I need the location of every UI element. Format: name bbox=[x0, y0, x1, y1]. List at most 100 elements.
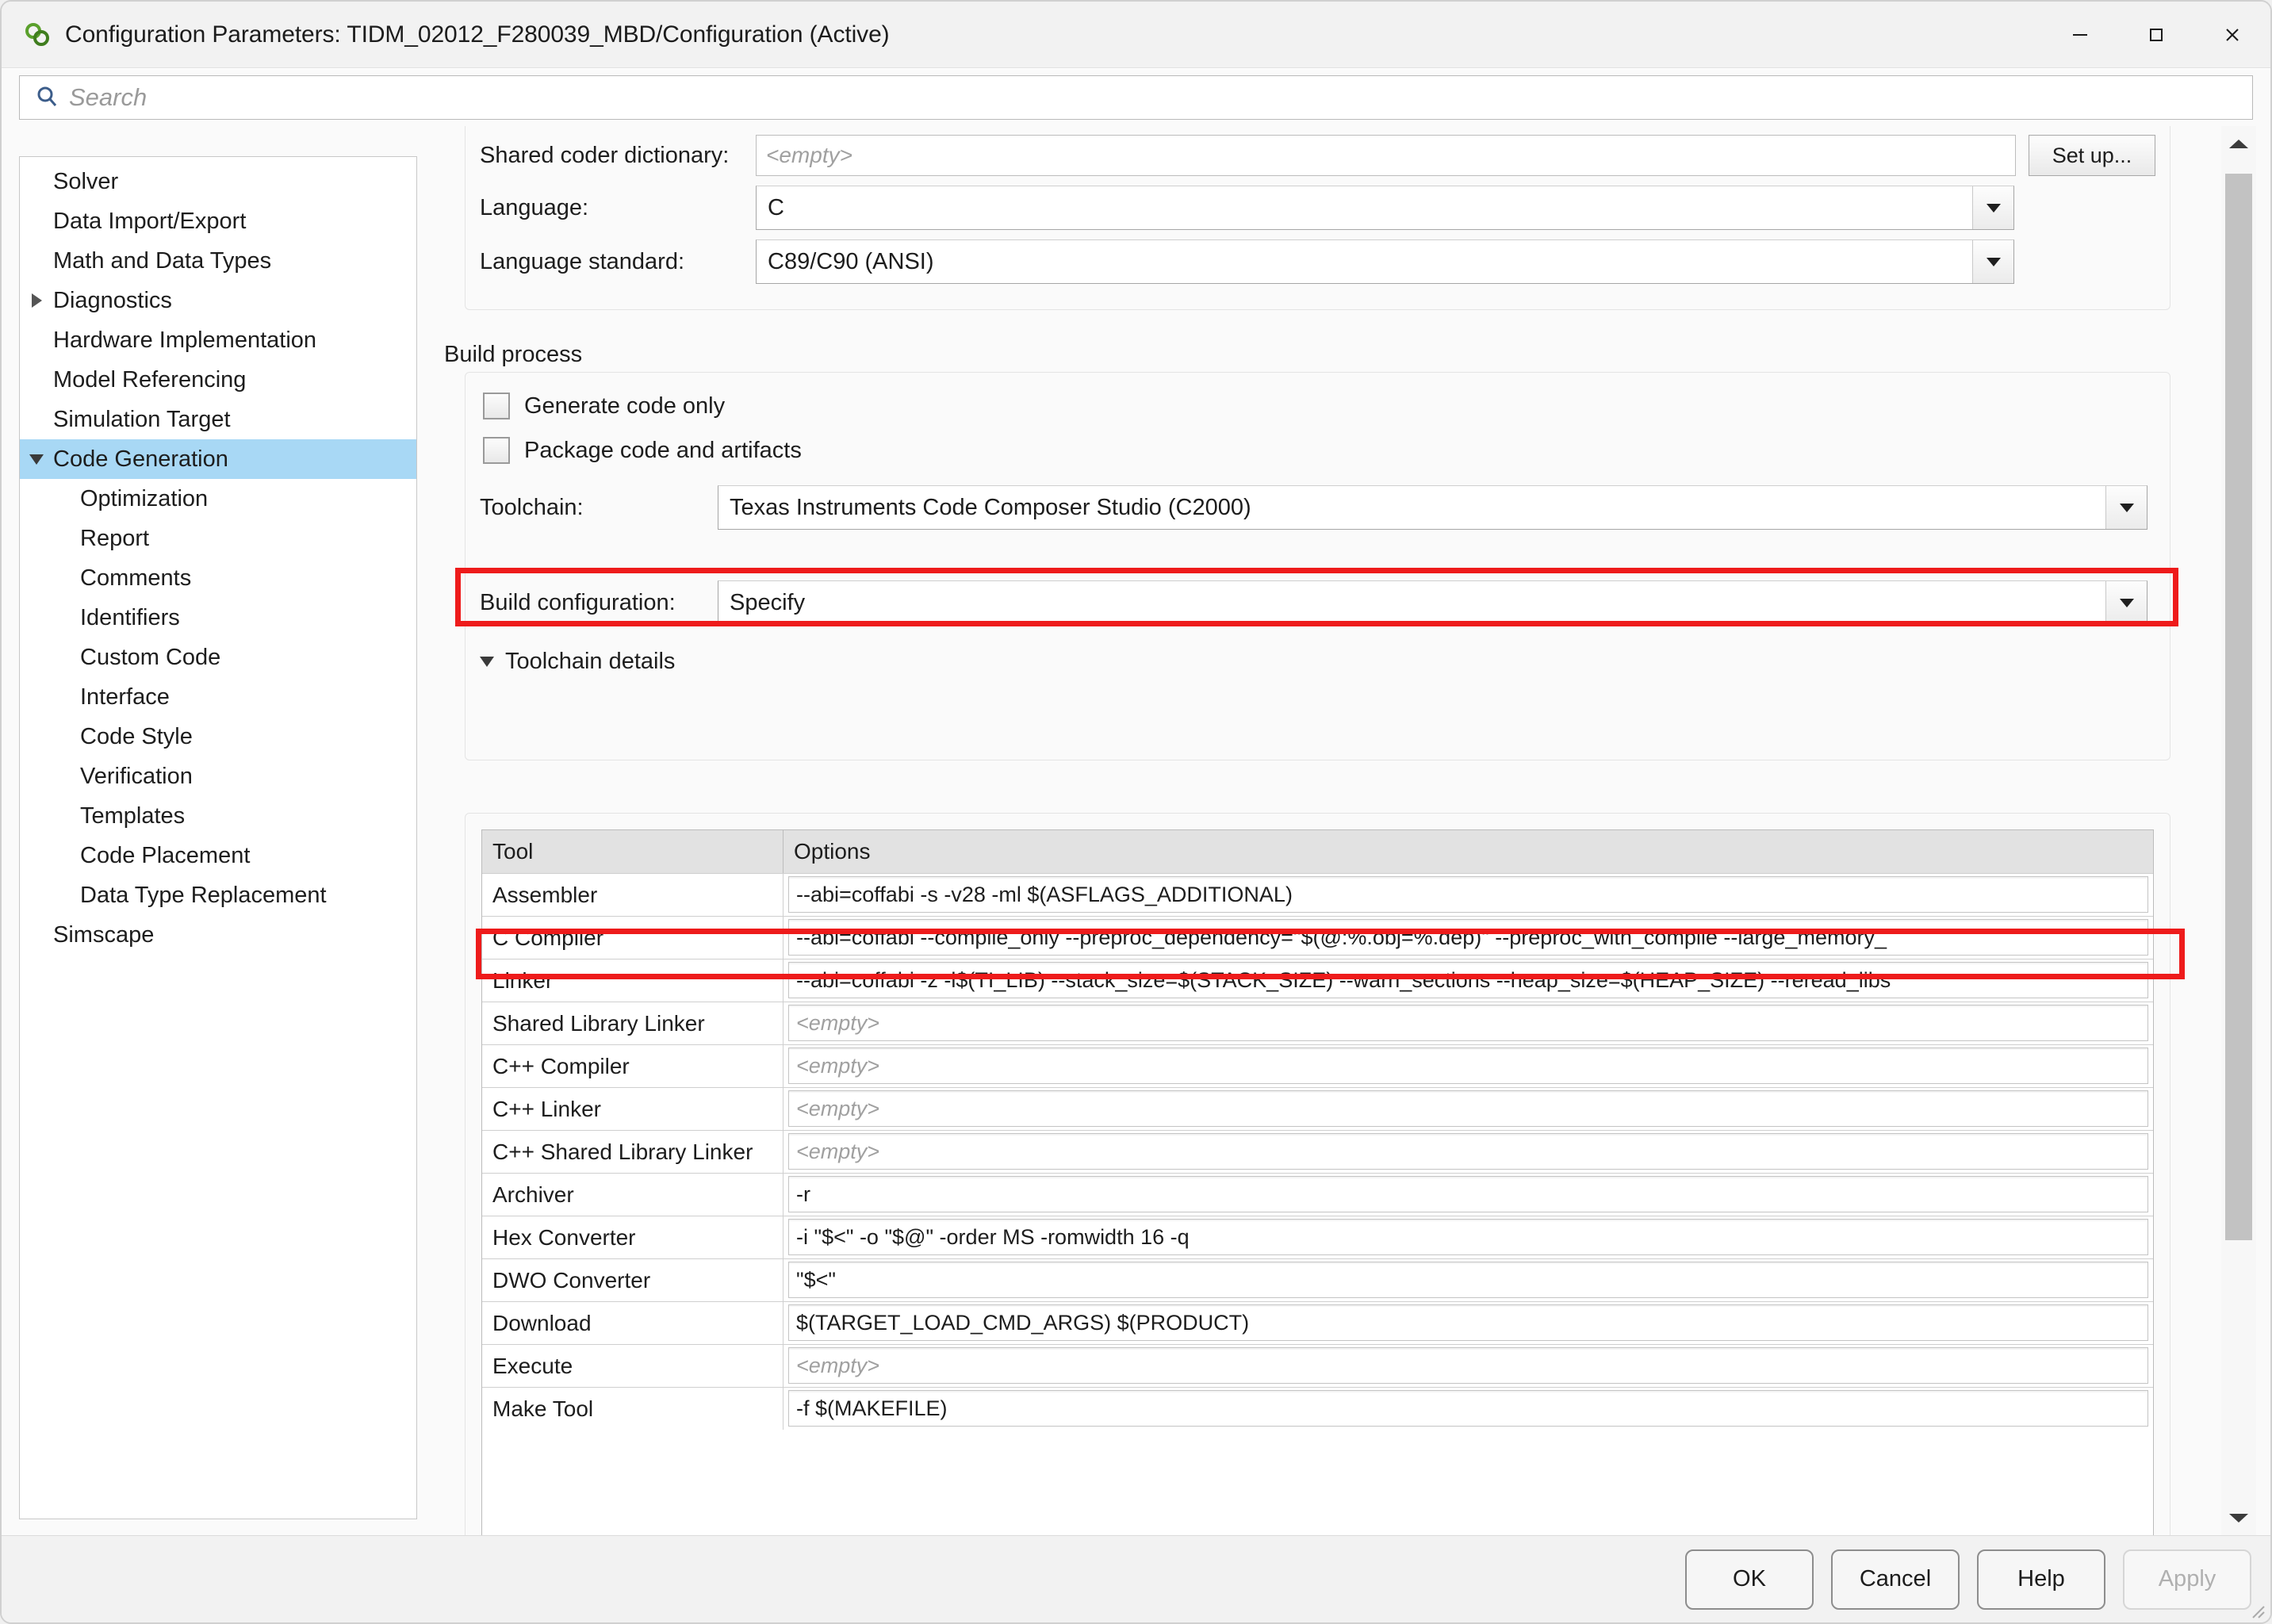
shared-coder-dictionary-field[interactable]: <empty> bbox=[756, 135, 2016, 176]
search-input[interactable] bbox=[69, 83, 2066, 112]
sidebar-item-verification[interactable]: Verification bbox=[20, 756, 416, 796]
package-code-and-artifacts-row[interactable]: Package code and artifacts bbox=[483, 428, 802, 473]
package-code-and-artifacts-checkbox[interactable] bbox=[483, 437, 510, 464]
tool-options-input[interactable]: -f $(MAKEFILE) bbox=[788, 1390, 2148, 1427]
generate-code-only-checkbox[interactable] bbox=[483, 393, 510, 419]
table-row[interactable]: Shared Library Linker <empty> bbox=[482, 1002, 2153, 1044]
sidebar-item-hardware-implementation[interactable]: Hardware Implementation bbox=[20, 320, 416, 360]
sidebar-item-code-placement[interactable]: Code Placement bbox=[20, 836, 416, 875]
tool-options-cell: -r bbox=[784, 1174, 2153, 1216]
tool-options-cell: --abi=coffabi --compile_only --preproc_d… bbox=[784, 917, 2153, 959]
tool-options-input[interactable]: <empty> bbox=[788, 1347, 2148, 1384]
tool-options-cell: -f $(MAKEFILE) bbox=[784, 1388, 2153, 1430]
scrollbar-thumb[interactable] bbox=[2225, 174, 2252, 1240]
sidebar-item-label: Report bbox=[80, 525, 150, 551]
table-row[interactable]: Make Tool -f $(MAKEFILE) bbox=[482, 1387, 2153, 1430]
table-row[interactable]: Execute <empty> bbox=[482, 1344, 2153, 1387]
sidebar-item-identifiers[interactable]: Identifiers bbox=[20, 598, 416, 638]
tool-options-input[interactable]: <empty> bbox=[788, 1133, 2148, 1170]
scroll-down-button[interactable] bbox=[2221, 1500, 2256, 1535]
tool-options-input[interactable]: -i "$<" -o "$@" -order MS -romwidth 16 -… bbox=[788, 1219, 2148, 1255]
sidebar-item-math-and-data-types[interactable]: Math and Data Types bbox=[20, 241, 416, 281]
settings-tree[interactable]: Solver Data Import/Export Math and Data Ty… bbox=[19, 156, 417, 1519]
sidebar-item-label: Data Type Replacement bbox=[80, 882, 327, 908]
table-row[interactable]: DWO Converter "$<" bbox=[482, 1258, 2153, 1301]
package-code-and-artifacts-label: Package code and artifacts bbox=[524, 437, 802, 463]
generate-code-only-label: Generate code only bbox=[524, 393, 726, 419]
sidebar-item-custom-code[interactable]: Custom Code bbox=[20, 638, 416, 677]
tool-options-input[interactable]: <empty> bbox=[788, 1005, 2148, 1041]
tool-options-input[interactable]: <empty> bbox=[788, 1090, 2148, 1127]
sidebar-item-optimization[interactable]: Optimization bbox=[20, 479, 416, 519]
language-standard-combobox[interactable]: C89/C90 (ANSI) bbox=[756, 239, 2014, 284]
tool-options-input[interactable]: --abi=coffabi --compile_only --preproc_d… bbox=[788, 919, 2148, 956]
table-row[interactable]: C Compiler --abi=coffabi --compile_only -… bbox=[482, 916, 2153, 959]
sidebar-item-interface[interactable]: Interface bbox=[20, 677, 416, 717]
sidebar-item-diagnostics[interactable]: Diagnostics bbox=[20, 281, 416, 320]
table-row[interactable]: C++ Compiler <empty> bbox=[482, 1044, 2153, 1087]
table-header-row: Tool Options bbox=[482, 830, 2153, 873]
sidebar-item-data-import-export[interactable]: Data Import/Export bbox=[20, 201, 416, 241]
build-configuration-combobox[interactable]: Specify bbox=[718, 580, 2147, 625]
tool-options-input[interactable]: --abi=coffabi -s -v28 -ml $(ASFLAGS_ADDI… bbox=[788, 876, 2148, 913]
table-row[interactable]: Archiver -r bbox=[482, 1173, 2153, 1216]
table-row[interactable]: C++ Linker <empty> bbox=[482, 1087, 2153, 1130]
resize-grip[interactable] bbox=[2245, 1599, 2266, 1619]
shared-coder-dictionary-label: Shared coder dictionary: bbox=[480, 142, 730, 168]
dialog-content: Solver Data Import/Export Math and Data Ty… bbox=[2, 126, 2270, 1535]
table-row[interactable]: Linker --abi=coffabi -z -l$(TI_LIB) --sta… bbox=[482, 959, 2153, 1002]
tool-options-input[interactable]: <empty> bbox=[788, 1048, 2148, 1084]
close-button[interactable] bbox=[2194, 2, 2270, 68]
sidebar-item-label: Simulation Target bbox=[53, 406, 231, 432]
tool-options-input[interactable]: --abi=coffabi -z -l$(TI_LIB) --stack_siz… bbox=[788, 962, 2148, 998]
sidebar-item-comments[interactable]: Comments bbox=[20, 558, 416, 598]
vertical-scrollbar[interactable] bbox=[2221, 126, 2256, 1535]
tool-options-cell: -i "$<" -o "$@" -order MS -romwidth 16 -… bbox=[784, 1216, 2153, 1258]
language-dropdown-arrow[interactable] bbox=[1972, 186, 2013, 229]
tool-options-cell: <empty> bbox=[784, 1131, 2153, 1173]
table-row[interactable]: Hex Converter -i "$<" -o "$@" -order MS -… bbox=[482, 1216, 2153, 1258]
language-standard-dropdown-arrow[interactable] bbox=[1972, 240, 2013, 283]
sidebar-item-templates[interactable]: Templates bbox=[20, 796, 416, 836]
language-combobox[interactable]: C bbox=[756, 186, 2014, 230]
sidebar-item-code-generation[interactable]: Code Generation bbox=[20, 439, 416, 479]
table-row[interactable]: Download $(TARGET_LOAD_CMD_ARGS) $(PRODUC… bbox=[482, 1301, 2153, 1344]
sidebar-item-data-type-replacement[interactable]: Data Type Replacement bbox=[20, 875, 416, 915]
build-configuration-dropdown-arrow[interactable] bbox=[2105, 581, 2147, 624]
toolchain-combobox[interactable]: Texas Instruments Code Composer Studio (… bbox=[718, 485, 2147, 530]
cancel-button[interactable]: Cancel bbox=[1831, 1549, 1960, 1610]
tool-name-cell: Shared Library Linker bbox=[482, 1002, 784, 1044]
tool-options-input[interactable]: -r bbox=[788, 1176, 2148, 1212]
minimize-button[interactable] bbox=[2042, 2, 2118, 68]
set-up-button[interactable]: Set up... bbox=[2029, 135, 2155, 176]
ok-button[interactable]: OK bbox=[1685, 1549, 1814, 1610]
sidebar-item-report[interactable]: Report bbox=[20, 519, 416, 558]
sidebar-item-label: Templates bbox=[80, 802, 186, 829]
code-generation-group: Shared coder dictionary: <empty> Set up.… bbox=[465, 126, 2170, 310]
search-box[interactable] bbox=[19, 75, 2253, 120]
generate-code-only-row[interactable]: Generate code only bbox=[483, 384, 725, 428]
sidebar-item-simscape[interactable]: Simscape bbox=[20, 915, 416, 955]
sidebar-item-simulation-target[interactable]: Simulation Target bbox=[20, 400, 416, 439]
toolchain-dropdown-arrow[interactable] bbox=[2105, 486, 2147, 529]
sidebar-item-model-referencing[interactable]: Model Referencing bbox=[20, 360, 416, 400]
toolchain-details-toggle[interactable]: Toolchain details bbox=[480, 644, 675, 679]
tool-name-cell: C++ Compiler bbox=[482, 1045, 784, 1087]
tool-options-cell: <empty> bbox=[784, 1345, 2153, 1387]
tool-options-input[interactable]: $(TARGET_LOAD_CMD_ARGS) $(PRODUCT) bbox=[788, 1304, 2148, 1341]
scroll-up-button[interactable] bbox=[2221, 126, 2256, 161]
table-row[interactable]: Assembler --abi=coffabi -s -v28 -ml $(ASF… bbox=[482, 873, 2153, 916]
table-row[interactable]: C++ Shared Library Linker <empty> bbox=[482, 1130, 2153, 1173]
maximize-button[interactable] bbox=[2118, 2, 2194, 68]
sidebar-item-label: Hardware Implementation bbox=[53, 327, 317, 353]
chevron-down-icon bbox=[20, 454, 53, 465]
tool-options-input[interactable]: "$<" bbox=[788, 1262, 2148, 1298]
build-configuration-label: Build configuration: bbox=[480, 589, 676, 615]
sidebar-item-solver[interactable]: Solver bbox=[20, 162, 416, 201]
sidebar-item-label: Math and Data Types bbox=[53, 247, 272, 274]
main-panel: Shared coder dictionary: <empty> Set up.… bbox=[436, 126, 2194, 1535]
sidebar-item-label: Model Referencing bbox=[53, 366, 247, 393]
sidebar-item-code-style[interactable]: Code Style bbox=[20, 717, 416, 756]
tool-name-cell: Archiver bbox=[482, 1174, 784, 1216]
help-button[interactable]: Help bbox=[1977, 1549, 2105, 1610]
